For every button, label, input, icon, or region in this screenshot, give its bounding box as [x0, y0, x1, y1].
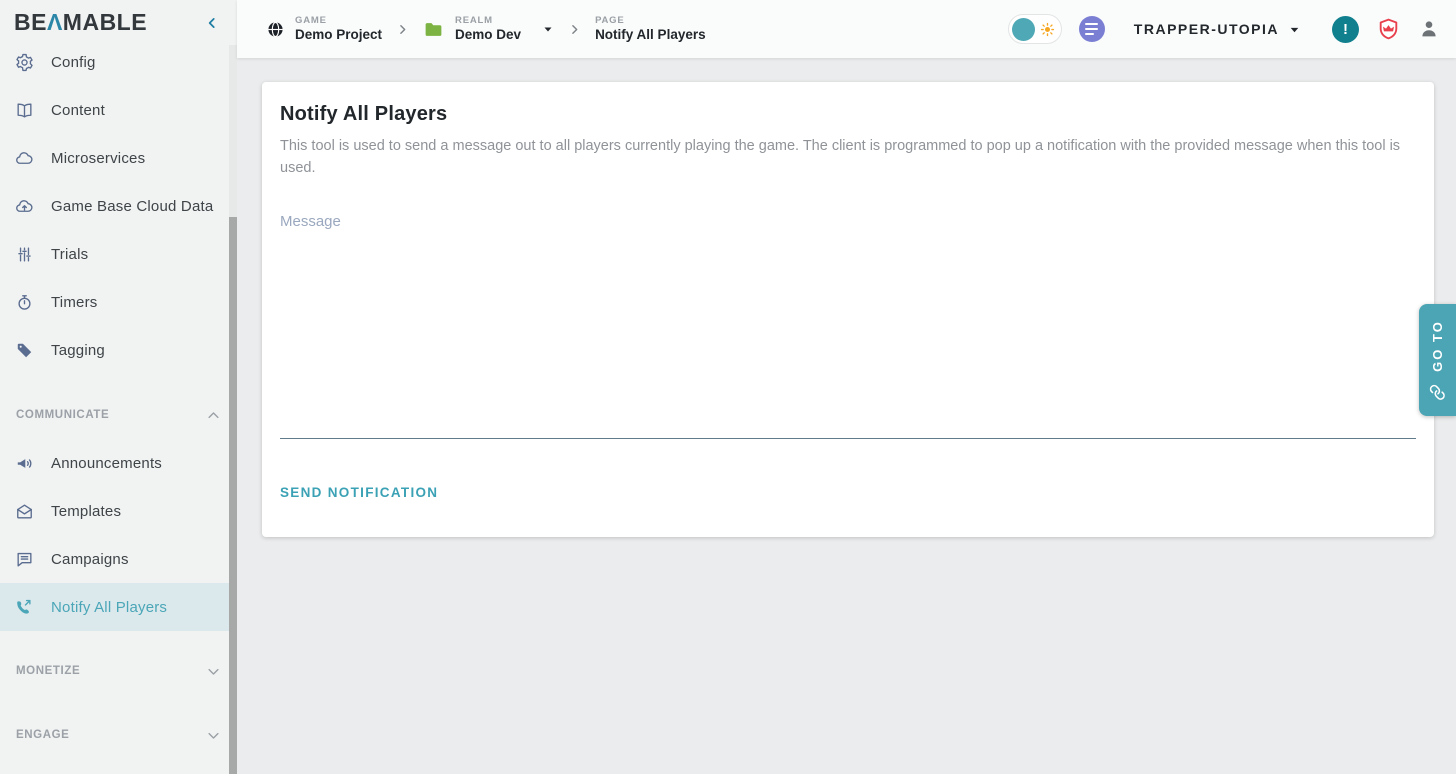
sidebar-item-config[interactable]: Config: [0, 45, 237, 86]
section-label: ENGAGE: [16, 729, 69, 741]
cloud-data-icon: [15, 197, 34, 216]
sidebar-item-label: Config: [51, 54, 96, 71]
megaphone-icon: [15, 454, 34, 473]
org-switcher[interactable]: TRAPPER-UTOPIA: [1134, 21, 1301, 37]
caret-down-icon[interactable]: [542, 23, 554, 35]
sidebar-item-label: Game Base Cloud Data: [51, 198, 213, 215]
topbar-actions: TRAPPER-UTOPIA !: [1008, 14, 1440, 44]
sidebar-item-label: Notify All Players: [51, 599, 167, 616]
user-icon[interactable]: [1418, 18, 1440, 40]
book-icon: [15, 101, 34, 120]
crumb-label: GAME: [295, 16, 382, 27]
theme-toggle[interactable]: [1008, 14, 1062, 44]
logo-text: BE: [14, 9, 47, 35]
sidebar-item-tagging[interactable]: Tagging: [0, 326, 237, 374]
logo-text: MABLE: [63, 9, 147, 35]
section-label: MONETIZE: [16, 665, 80, 677]
breadcrumb: GAME Demo Project REALM Demo Dev PAGE No…: [267, 16, 706, 42]
chevron-down-icon: [206, 728, 221, 743]
goto-tab-inner: GO TO: [1429, 320, 1446, 401]
phone-notify-icon: [15, 598, 34, 617]
chat-icon: [15, 550, 34, 569]
sidebar-item-label: Timers: [51, 294, 97, 311]
tag-icon: [15, 341, 34, 360]
sidebar-section-engage[interactable]: ENGAGE: [0, 711, 237, 759]
org-name: TRAPPER-UTOPIA: [1134, 21, 1279, 37]
beamable-logo: BEΛMABLE: [14, 9, 147, 36]
folder-icon: [423, 19, 444, 40]
shield-crown-icon[interactable]: [1376, 17, 1401, 42]
sidebar-item-announcements[interactable]: Announcements: [0, 439, 237, 487]
sidebar-item-content[interactable]: Content: [0, 86, 237, 134]
caret-down-icon: [1288, 23, 1301, 36]
breadcrumb-page: PAGE Notify All Players: [595, 16, 706, 42]
chevron-up-icon: [206, 408, 221, 423]
sidebar-item-trials[interactable]: Trials: [0, 230, 237, 278]
sidebar-scrollbar-thumb[interactable]: [229, 217, 237, 774]
sidebar-item-label: Announcements: [51, 455, 162, 472]
gear-icon: [15, 53, 34, 72]
sidebar-collapse-icon[interactable]: [205, 16, 219, 30]
sidebar-section-communicate[interactable]: COMMUNICATE: [0, 391, 237, 439]
sidebar-item-timers[interactable]: Timers: [0, 278, 237, 326]
sidebar-section-monetize[interactable]: MONETIZE: [0, 647, 237, 695]
sidebar-header: BEΛMABLE: [0, 0, 237, 45]
chevron-down-icon: [206, 664, 221, 679]
send-notification-button[interactable]: SEND NOTIFICATION: [280, 485, 438, 500]
goto-tab-label: GO TO: [1430, 320, 1445, 372]
sidebar-scrollbar-track: [229, 45, 237, 774]
globe-icon: [267, 21, 284, 38]
section-label: COMMUNICATE: [16, 409, 109, 421]
crumb-label: PAGE: [595, 16, 706, 27]
crumb-value: Demo Project: [295, 27, 382, 43]
breadcrumb-realm[interactable]: REALM Demo Dev: [423, 16, 554, 42]
page-description: This tool is used to send a message out …: [280, 135, 1416, 179]
topbar: GAME Demo Project REALM Demo Dev PAGE No…: [237, 0, 1456, 58]
filter-icon[interactable]: [1079, 16, 1105, 42]
alert-badge: !: [1343, 21, 1348, 38]
page-title: Notify All Players: [280, 103, 1416, 126]
chevron-right-icon: [396, 23, 409, 36]
crumb-value: Demo Dev: [455, 27, 521, 43]
logo-caret: Λ: [47, 9, 63, 35]
toggle-knob: [1012, 18, 1035, 41]
message-input[interactable]: [280, 207, 1416, 439]
sun-icon: [1040, 22, 1055, 37]
crumb-value: Notify All Players: [595, 27, 706, 43]
sidebar-item-notify-all-players[interactable]: Notify All Players: [0, 583, 237, 631]
sidebar-item-label: Templates: [51, 503, 121, 520]
sliders-icon: [15, 245, 34, 264]
sidebar-item-label: Tagging: [51, 342, 105, 359]
sidebar-nav: Config Content Microservices Game Base C…: [0, 45, 237, 774]
goto-tab[interactable]: GO TO: [1419, 304, 1456, 416]
cloud-icon: [15, 149, 34, 168]
notify-all-players-card: Notify All Players This tool is used to …: [262, 82, 1434, 537]
envelope-icon: [15, 502, 34, 521]
sidebar-item-label: Trials: [51, 246, 88, 263]
stopwatch-icon: [15, 293, 34, 312]
crumb-label: REALM: [455, 16, 521, 27]
alert-icon[interactable]: !: [1332, 16, 1359, 43]
breadcrumb-game[interactable]: GAME Demo Project: [267, 16, 382, 42]
link-icon: [1429, 383, 1446, 400]
sidebar-item-label: Microservices: [51, 150, 145, 167]
sidebar-item-templates[interactable]: Templates: [0, 487, 237, 535]
sidebar-item-game-base-cloud-data[interactable]: Game Base Cloud Data: [0, 182, 237, 230]
sidebar-item-campaigns[interactable]: Campaigns: [0, 535, 237, 583]
sidebar: BEΛMABLE Config Content Microservices Ga…: [0, 0, 237, 774]
sidebar-item-microservices[interactable]: Microservices: [0, 134, 237, 182]
sidebar-item-label: Content: [51, 102, 105, 119]
chevron-right-icon: [568, 23, 581, 36]
sidebar-item-label: Campaigns: [51, 551, 129, 568]
